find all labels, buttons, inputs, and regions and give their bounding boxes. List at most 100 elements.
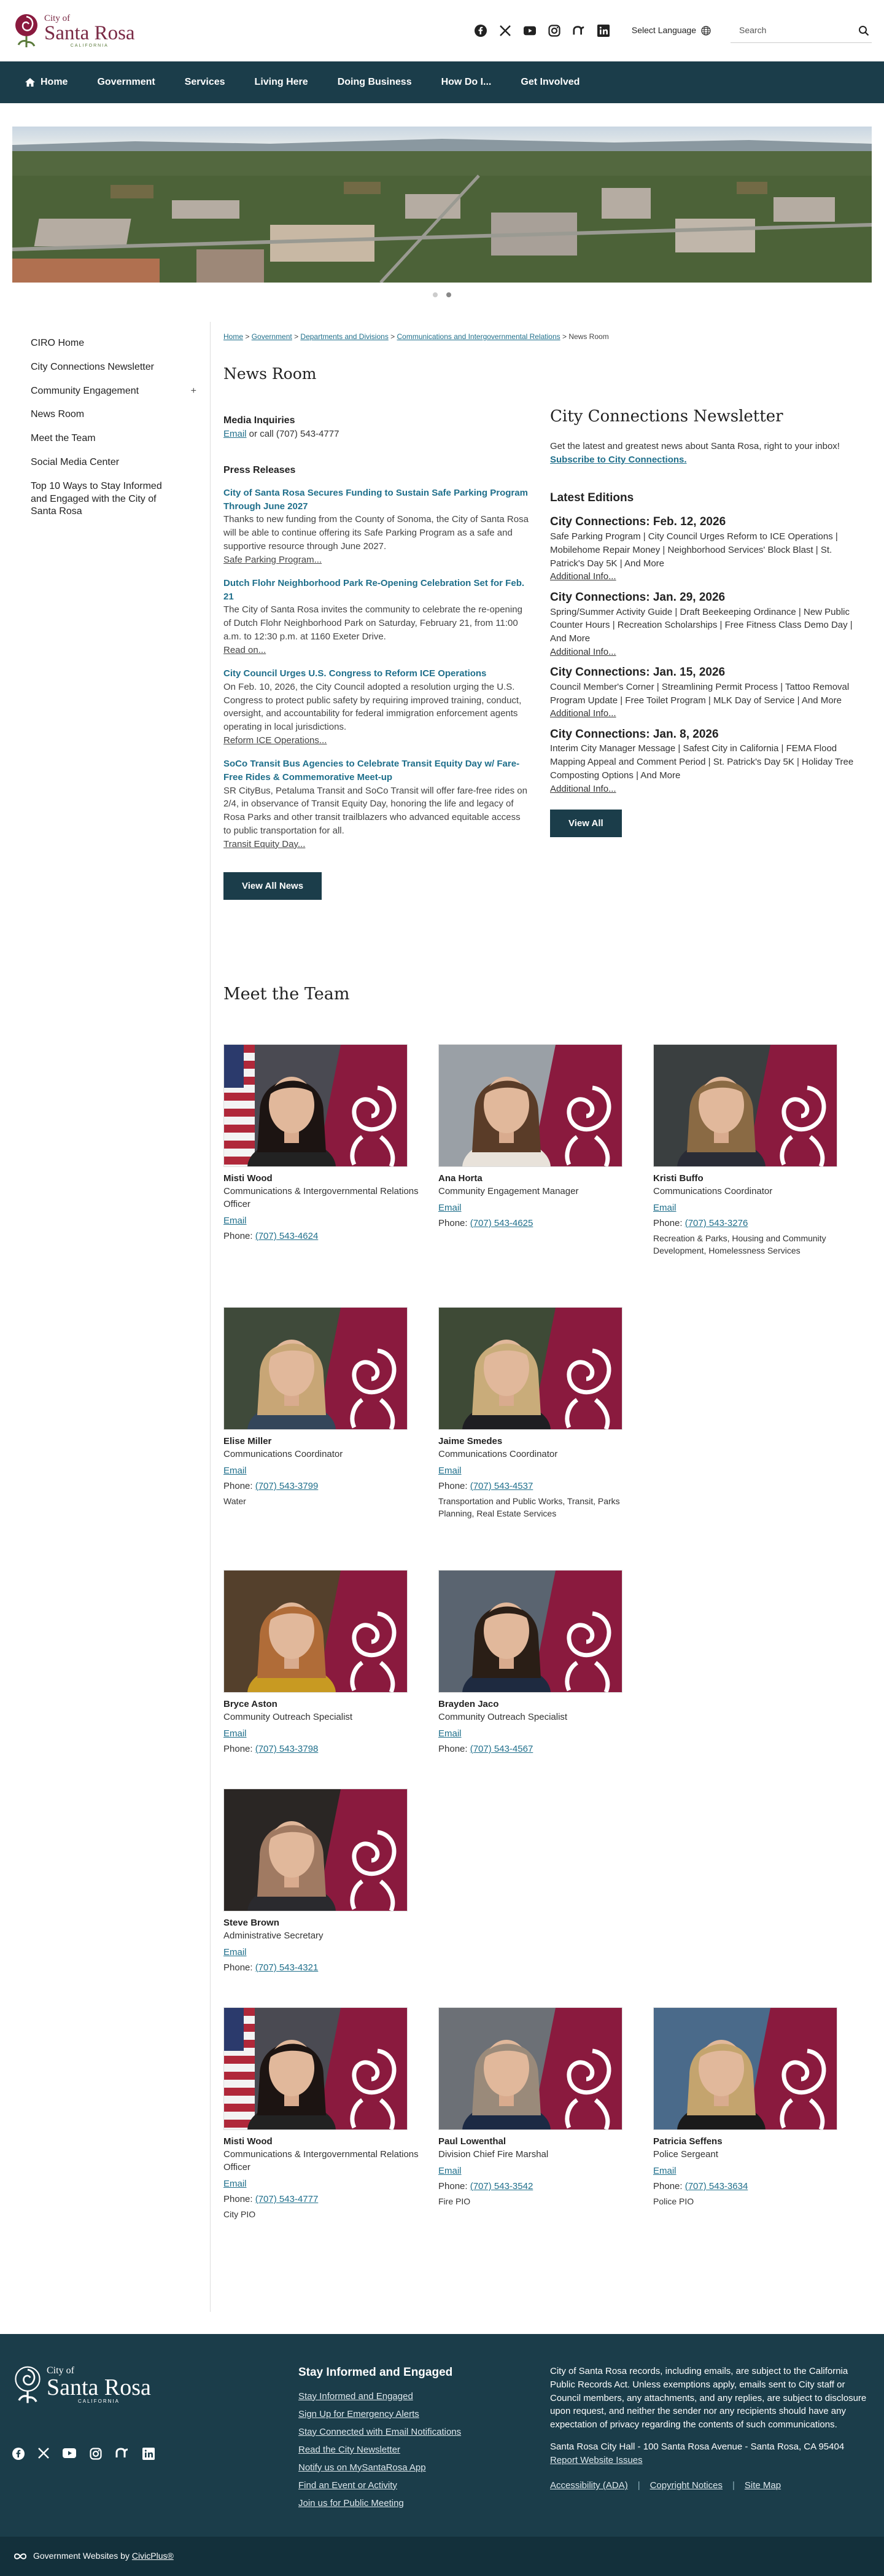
team-member-email-link[interactable]: Email <box>223 1464 420 1477</box>
edition-link[interactable]: Additional Info... <box>550 784 616 794</box>
breadcrumb-government[interactable]: Government <box>252 332 292 341</box>
site-map-link[interactable]: Site Map <box>745 2479 781 2492</box>
x-icon[interactable] <box>38 2448 49 2464</box>
team-member-phone: Phone: (707) 543-3276 <box>653 1217 850 1230</box>
team-member-email-link[interactable]: Email <box>438 1464 635 1477</box>
team-member-phone-link[interactable]: (707) 543-3799 <box>255 1481 319 1491</box>
team-member-phone-link[interactable]: (707) 543-4625 <box>470 1218 533 1228</box>
powered-by-text: Government Websites by <box>33 2551 130 2561</box>
team-member-email-link[interactable]: Email <box>223 1946 420 1959</box>
nav-item-how-do-i[interactable]: How Do I... <box>427 76 506 89</box>
team-member-email-link[interactable]: Email <box>438 2164 635 2177</box>
sidebar-item-city-connections-newsletter[interactable]: City Connections Newsletter <box>31 356 209 380</box>
team-member-email-link[interactable]: Email <box>223 1214 420 1227</box>
search-icon[interactable] <box>858 25 869 36</box>
team-member-phone-link[interactable]: (707) 543-3634 <box>685 2181 748 2192</box>
team-member-phone-link[interactable]: (707) 543-3798 <box>255 1744 319 1754</box>
footer-link[interactable]: Sign Up for Emergency Alerts <box>298 2408 461 2421</box>
sidebar-item-top-10-ways[interactable]: Top 10 Ways to Stay Informed and Engaged… <box>31 475 209 524</box>
facebook-icon[interactable] <box>12 2448 25 2464</box>
home-icon <box>25 77 35 87</box>
search-input[interactable]: Search <box>731 18 872 43</box>
team-member-email-link[interactable]: Email <box>438 1201 635 1214</box>
copyright-link[interactable]: Copyright Notices <box>650 2479 723 2492</box>
nav-item-doing-business[interactable]: Doing Business <box>323 76 427 89</box>
team-member-email-link[interactable]: Email <box>223 2177 420 2190</box>
footer-link[interactable]: Stay Connected with Email Notifications <box>298 2426 461 2438</box>
linkedin-icon[interactable] <box>142 2448 155 2464</box>
press-item-title[interactable]: SoCo Transit Bus Agencies to Celebrate T… <box>223 757 530 784</box>
breadcrumb-communications[interactable]: Communications and Intergovernmental Rel… <box>397 332 560 341</box>
nav-item-government[interactable]: Government <box>82 76 169 89</box>
breadcrumb-departments[interactable]: Departments and Divisions <box>300 332 388 341</box>
team-member-phone-link[interactable]: (707) 543-4624 <box>255 1231 319 1241</box>
sidebar-item-meet-the-team[interactable]: Meet the Team <box>31 427 209 451</box>
view-all-editions-button[interactable]: View All <box>550 810 622 838</box>
press-item-link[interactable]: Reform ICE Operations... <box>223 735 327 746</box>
footer-link[interactable]: Notify us on MySantaRosa App <box>298 2461 461 2474</box>
team-member-card: Misti Wood Communications & Intergovernm… <box>223 1044 420 1243</box>
subscribe-link[interactable]: Subscribe to City Connections. <box>550 455 687 465</box>
instagram-icon[interactable] <box>548 25 560 37</box>
civicplus-link[interactable]: CivicPlus® <box>132 2550 174 2562</box>
team-member-phone-link[interactable]: (707) 543-3276 <box>685 1218 748 1228</box>
media-email-link[interactable]: Email <box>223 429 247 439</box>
phone-label: Phone: <box>223 1962 255 1973</box>
edition-link[interactable]: Additional Info... <box>550 708 616 719</box>
x-icon[interactable] <box>499 25 511 37</box>
report-issues-link[interactable]: Report Website Issues <box>550 2455 643 2465</box>
team-member-phone-link[interactable]: (707) 543-4567 <box>470 1744 533 1754</box>
press-item-link[interactable]: Read on... <box>223 645 266 655</box>
team-member-phone-link[interactable]: (707) 543-3542 <box>470 2181 533 2192</box>
team-member-phone-link[interactable]: (707) 543-4777 <box>255 2194 319 2204</box>
team-member-role: Community Outreach Specialist <box>223 1712 353 1722</box>
sidebar-item-community-engagement[interactable]: Community Engagement + <box>31 380 209 404</box>
edition-link[interactable]: Additional Info... <box>550 571 616 582</box>
team-member-assignment: Water <box>223 1496 246 1506</box>
team-member-photo <box>653 2007 837 2130</box>
nav-item-get-involved[interactable]: Get Involved <box>506 76 594 89</box>
nextdoor-icon[interactable] <box>573 25 585 37</box>
team-member-email-link[interactable]: Email <box>438 1727 635 1740</box>
slider-dot-2[interactable] <box>446 292 451 297</box>
main-navigation: Home Government Services Living Here Doi… <box>0 61 884 103</box>
youtube-icon[interactable] <box>63 2448 76 2464</box>
media-phone-text: or call (707) 543-4777 <box>246 429 339 440</box>
view-all-news-button[interactable]: View All News <box>223 872 322 900</box>
facebook-icon[interactable] <box>474 25 487 37</box>
instagram-icon[interactable] <box>90 2448 102 2464</box>
nav-item-home[interactable]: Home <box>10 76 82 89</box>
language-selector[interactable]: Select Language <box>632 25 711 37</box>
nav-item-services[interactable]: Services <box>170 76 240 89</box>
sidebar-item-ciro-home[interactable]: CIRO Home <box>31 332 209 356</box>
team-member-email-link[interactable]: Email <box>653 1201 850 1214</box>
edition-link[interactable]: Additional Info... <box>550 647 616 657</box>
nav-item-living-here[interactable]: Living Here <box>240 76 323 89</box>
sidebar-item-social-media-center[interactable]: Social Media Center <box>31 451 209 475</box>
footer-link[interactable]: Stay Informed and Engaged <box>298 2390 461 2403</box>
press-item-title[interactable]: Dutch Flohr Neighborhood Park Re-Opening… <box>223 577 530 604</box>
sidebar-item-news-room[interactable]: News Room <box>31 403 209 427</box>
team-member-assignment: City PIO <box>223 2209 256 2219</box>
youtube-icon[interactable] <box>523 25 536 37</box>
team-member-phone-link[interactable]: (707) 543-4537 <box>470 1481 533 1491</box>
nextdoor-icon[interactable] <box>115 2448 129 2464</box>
footer-link[interactable]: Join us for Public Meeting <box>298 2497 461 2510</box>
press-item-link[interactable]: Safe Parking Program... <box>223 555 322 565</box>
accessibility-link[interactable]: Accessibility (ADA) <box>550 2479 628 2492</box>
slider-dot-1[interactable] <box>433 292 438 297</box>
site-logo[interactable]: City of Santa Rosa CALIFORNIA <box>12 13 135 49</box>
expand-plus-icon[interactable]: + <box>191 385 196 398</box>
team-member-phone-link[interactable]: (707) 543-4321 <box>255 1962 319 1973</box>
footer-logo[interactable]: City of Santa Rosa CALIFORNIA <box>12 2365 151 2405</box>
team-member-email-link[interactable]: Email <box>223 1727 420 1740</box>
press-item-title[interactable]: City Council Urges U.S. Congress to Refo… <box>223 667 530 681</box>
footer-link[interactable]: Find an Event or Activity <box>298 2479 461 2492</box>
press-item-title[interactable]: City of Santa Rosa Secures Funding to Su… <box>223 486 530 513</box>
team-member-name: Steve Brown <box>223 1918 279 1928</box>
team-member-email-link[interactable]: Email <box>653 2164 850 2177</box>
press-item-link[interactable]: Transit Equity Day... <box>223 839 305 849</box>
breadcrumb-home[interactable]: Home <box>223 332 243 341</box>
linkedin-icon[interactable] <box>597 25 610 37</box>
footer-link[interactable]: Read the City Newsletter <box>298 2443 461 2456</box>
